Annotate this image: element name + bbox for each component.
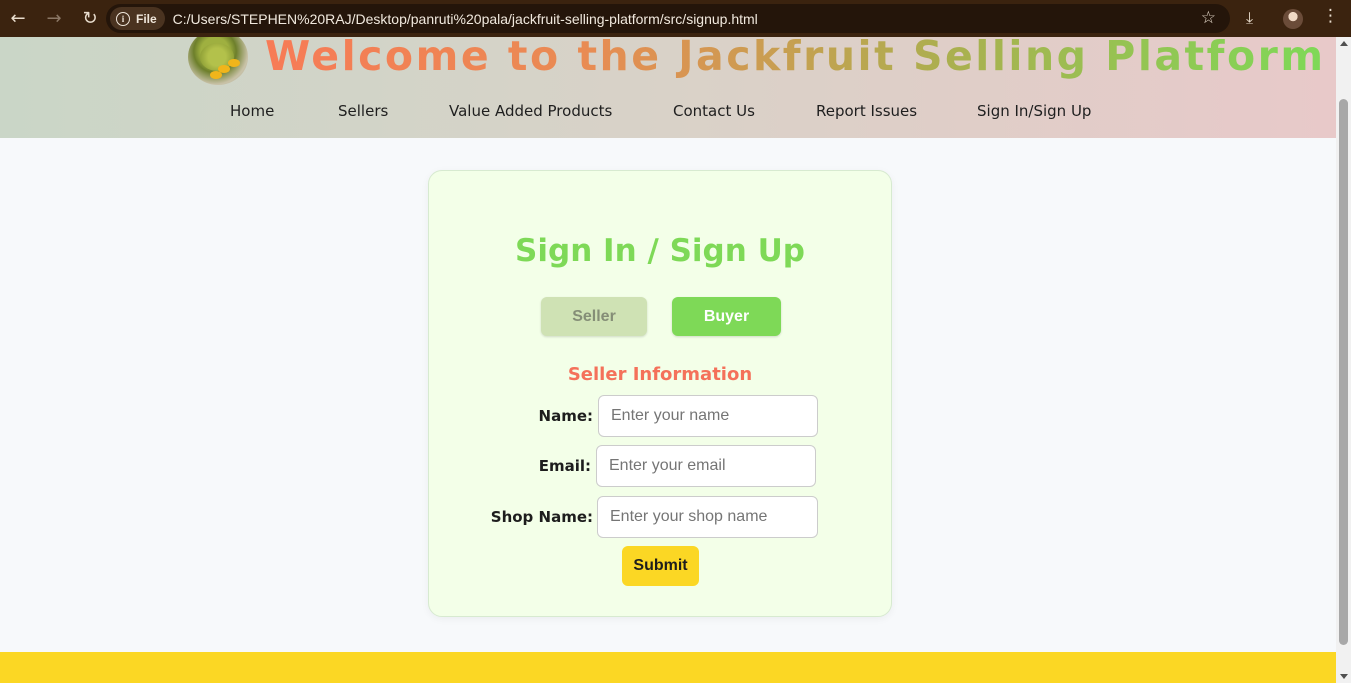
jackfruit-logo-icon bbox=[188, 37, 248, 85]
shop-name-field[interactable] bbox=[597, 496, 818, 538]
email-field[interactable] bbox=[596, 445, 816, 487]
nav-value-added-products[interactable]: Value Added Products bbox=[449, 102, 612, 120]
site-title: Welcome to the Jackfruit Selling Platfor… bbox=[265, 37, 1326, 80]
download-icon[interactable]: ⤓ bbox=[1246, 8, 1253, 28]
scroll-thumb[interactable] bbox=[1339, 99, 1348, 645]
menu-dots-icon[interactable]: ⋮ bbox=[1322, 6, 1339, 26]
site-info-chip[interactable]: i File bbox=[110, 7, 165, 30]
scroll-down-icon[interactable] bbox=[1340, 674, 1348, 679]
seller-toggle-button[interactable]: Seller bbox=[541, 297, 647, 336]
nav-sellers[interactable]: Sellers bbox=[338, 102, 388, 120]
info-icon: i bbox=[116, 11, 130, 26]
profile-avatar-icon[interactable] bbox=[1283, 9, 1303, 29]
url-text[interactable]: C:/Users/STEPHEN%20RAJ/Desktop/panruti%2… bbox=[173, 11, 758, 27]
submit-button[interactable]: Submit bbox=[622, 546, 699, 586]
shop-name-label: Shop Name: bbox=[490, 508, 593, 526]
browser-toolbar: ← → ↻ i File C:/Users/STEPHEN%20RAJ/Desk… bbox=[0, 0, 1351, 37]
email-label: Email: bbox=[538, 457, 591, 475]
signup-heading: Sign In / Sign Up bbox=[515, 233, 805, 269]
file-chip-label: File bbox=[136, 11, 157, 26]
seller-information-title: Seller Information bbox=[567, 364, 753, 385]
nav-report-issues[interactable]: Report Issues bbox=[816, 102, 917, 120]
bookmark-star-icon[interactable]: ☆ bbox=[1201, 8, 1216, 28]
site-header: Welcome to the Jackfruit Selling Platfor… bbox=[0, 37, 1336, 138]
forward-arrow-icon[interactable]: → bbox=[36, 0, 72, 37]
signup-card: Sign In / Sign Up Seller Buyer Seller In… bbox=[428, 170, 892, 617]
buyer-toggle-button[interactable]: Buyer bbox=[672, 297, 781, 336]
nav-sign-in-sign-up[interactable]: Sign In/Sign Up bbox=[977, 102, 1091, 120]
address-bar[interactable]: i File C:/Users/STEPHEN%20RAJ/Desktop/pa… bbox=[106, 4, 1230, 33]
name-field[interactable] bbox=[598, 395, 818, 437]
reload-icon[interactable]: ↻ bbox=[72, 0, 108, 37]
nav-contact-us[interactable]: Contact Us bbox=[673, 102, 755, 120]
scroll-up-icon[interactable] bbox=[1340, 41, 1348, 46]
footer-band bbox=[0, 652, 1336, 683]
page-scrollbar[interactable] bbox=[1336, 37, 1351, 683]
main-nav: Home Sellers Value Added Products Contac… bbox=[0, 102, 1336, 126]
nav-home[interactable]: Home bbox=[230, 102, 274, 120]
name-label: Name: bbox=[538, 407, 593, 425]
back-arrow-icon[interactable]: ← bbox=[0, 0, 36, 37]
